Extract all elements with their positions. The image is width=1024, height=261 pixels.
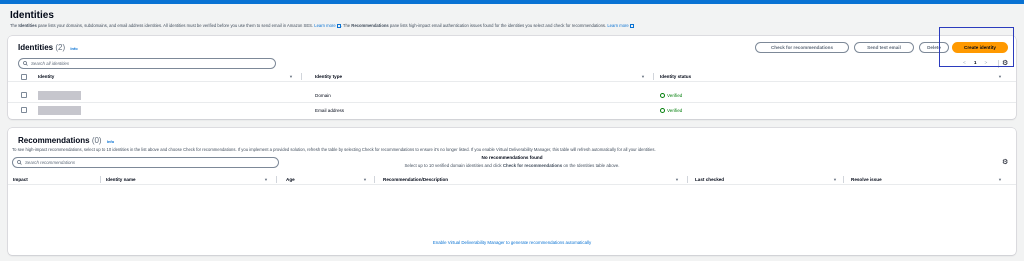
row-checkbox[interactable] (21, 107, 27, 113)
col-identity[interactable]: Identity (38, 74, 54, 79)
identities-table-header: Identity ▼ Identity type ▼ Identity stat… (8, 71, 1016, 82)
select-all-checkbox[interactable] (21, 73, 27, 80)
recommendations-description: To see high-impact recommendations, sele… (12, 147, 656, 152)
column-divider (687, 176, 688, 183)
enable-vdm-link[interactable]: Enable Virtual Deliverability Manager to… (0, 240, 1024, 245)
identities-search-input[interactable]: Search all identities (18, 58, 276, 69)
col-last-checked[interactable]: Last checked (695, 177, 724, 182)
sort-caret-icon[interactable]: ▼ (264, 177, 268, 182)
sort-caret-icon[interactable]: ▼ (998, 177, 1002, 182)
column-divider (653, 73, 654, 80)
column-divider (276, 176, 277, 183)
sort-caret-icon[interactable]: ▼ (289, 74, 293, 79)
empty-state-title: No recommendations found (481, 155, 543, 160)
sort-caret-icon[interactable]: ▼ (363, 177, 367, 182)
identity-type: Domain (315, 93, 331, 98)
table-row[interactable]: Email address Verified (8, 103, 1016, 118)
create-identity-highlight-box (939, 27, 1014, 67)
redacted-identity (38, 106, 81, 115)
col-recommendation[interactable]: Recommendation/Description (383, 177, 448, 182)
page-header: Identities The Identities pane lists you… (0, 4, 1024, 29)
col-identity-type[interactable]: Identity type (315, 74, 342, 79)
col-impact[interactable]: Impact (13, 177, 28, 182)
status-badge: Verified (660, 93, 682, 98)
info-link[interactable]: Info (70, 46, 77, 51)
col-age[interactable]: Age (286, 177, 295, 182)
sort-caret-icon[interactable]: ▼ (641, 74, 645, 79)
col-identity-status[interactable]: Identity status (660, 74, 691, 79)
send-test-email-button[interactable]: Send test email (854, 42, 914, 53)
info-link[interactable]: Info (107, 139, 114, 144)
recommendations-heading: Recommendations (0) Info (18, 136, 115, 145)
column-divider (374, 176, 375, 183)
recommendations-panel: Recommendations (0) Info To see high-imp… (8, 128, 1016, 255)
sort-caret-icon[interactable]: ▼ (833, 177, 837, 182)
page-title: Identities (10, 10, 54, 21)
column-divider (843, 176, 844, 183)
table-row[interactable]: Domain Verified (8, 88, 1016, 103)
empty-state-subtitle: Select up to 10 verified domain identiti… (404, 163, 620, 168)
learn-more-link[interactable]: Learn more (314, 23, 335, 28)
identity-type: Email address (315, 108, 345, 113)
sort-caret-icon[interactable]: ▼ (998, 74, 1002, 79)
search-icon (23, 61, 28, 66)
row-checkbox[interactable] (21, 92, 27, 98)
check-circle-icon (660, 108, 665, 113)
page-description: The Identities pane lists your domains, … (10, 22, 1016, 29)
identities-panel: Identities (2) Info Check for recommenda… (8, 36, 1016, 119)
identities-heading: Identities (2) Info (18, 43, 78, 52)
recommendations-table-header: Impact Identity name ▼ Age ▼ Recommendat… (8, 174, 1016, 185)
sort-caret-icon[interactable]: ▼ (675, 177, 679, 182)
column-divider (301, 73, 302, 80)
redacted-identity (38, 91, 81, 100)
check-circle-icon (660, 93, 665, 98)
external-link-icon (629, 23, 634, 28)
col-resolve-issue[interactable]: Resolve issue (851, 177, 882, 182)
col-identity-name[interactable]: Identity name (106, 177, 136, 182)
status-badge: Verified (660, 108, 682, 113)
check-recommendations-button[interactable]: Check for recommendations (755, 42, 849, 53)
column-divider (100, 176, 101, 183)
learn-more-link[interactable]: Learn more (607, 23, 628, 28)
